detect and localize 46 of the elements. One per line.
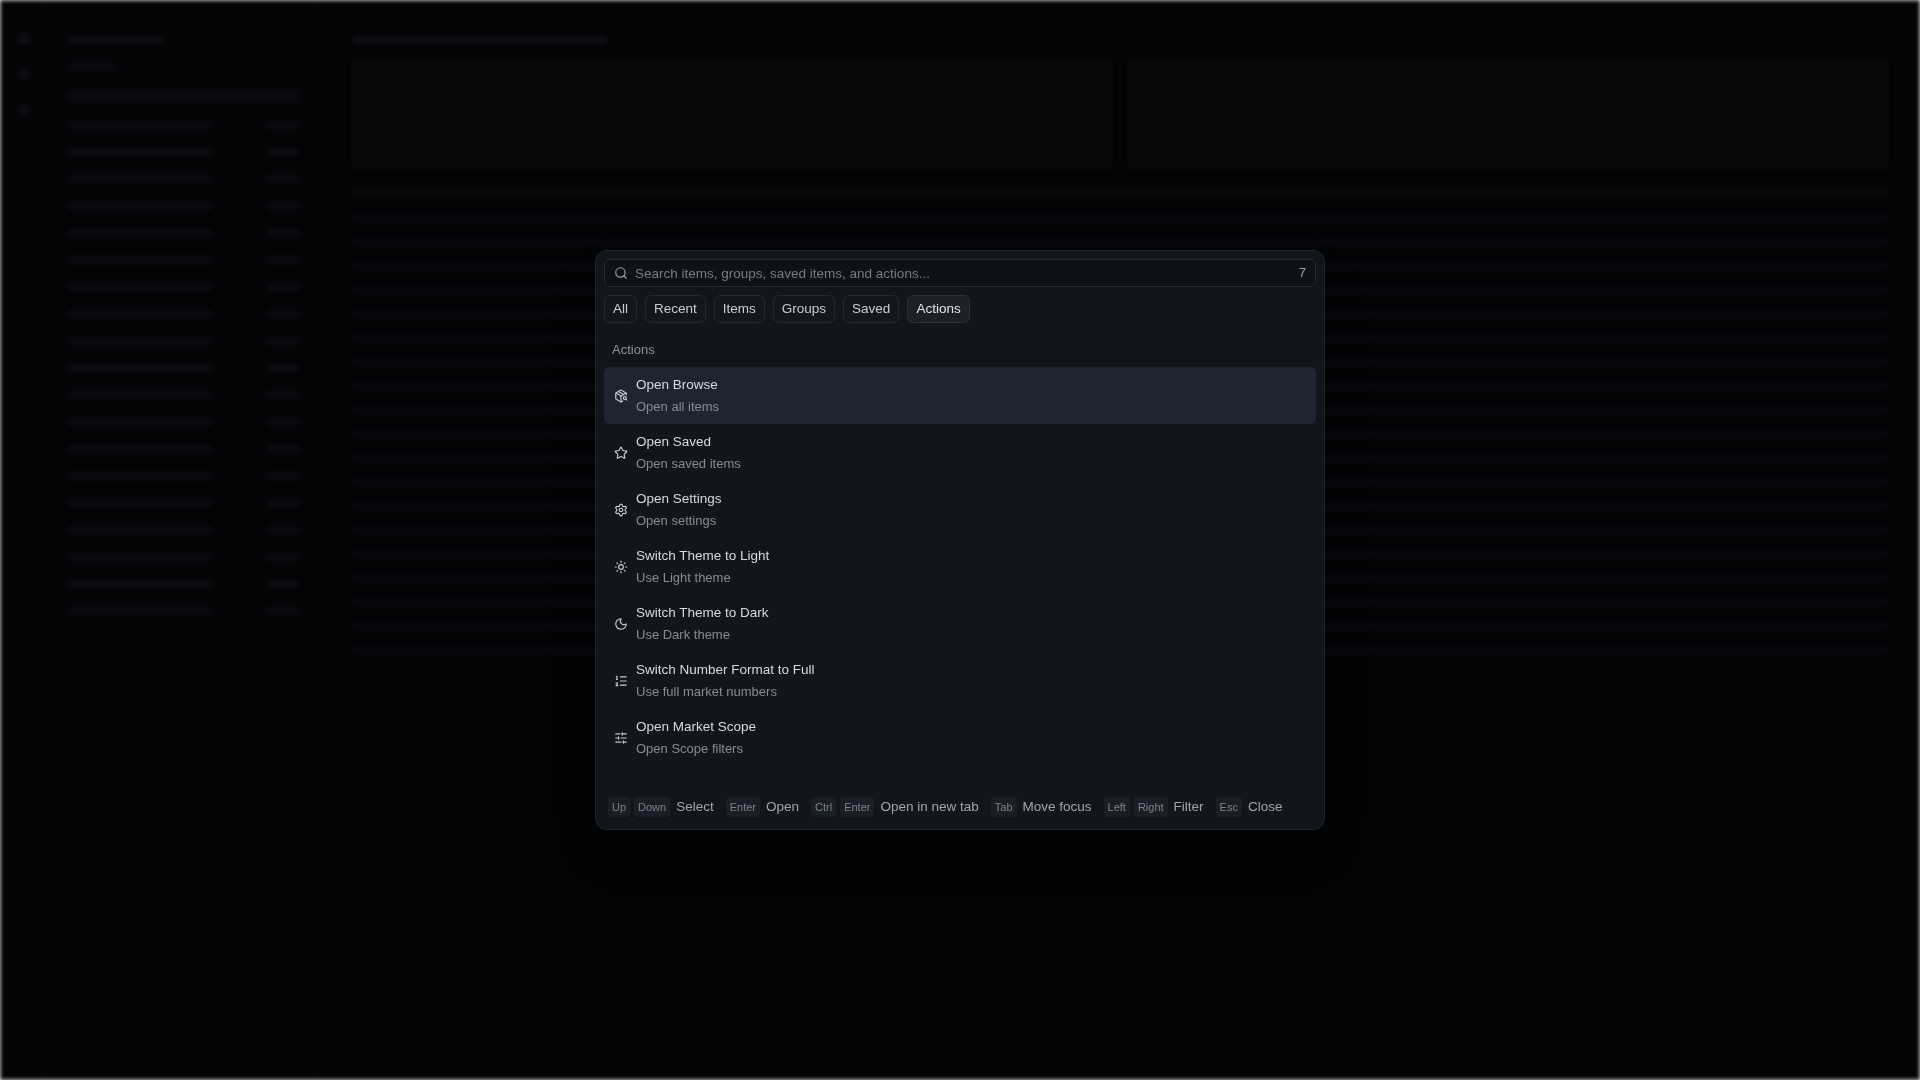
numbered-list-icon [614,673,628,688]
command-title: Open Browse [636,376,719,394]
key-hint: Tab [990,797,1017,817]
filter-tab[interactable]: Recent [645,295,706,323]
key-hint: Enter [840,797,875,817]
key-hint: Ctrl [811,797,837,817]
shortcut-label: Filter [1173,797,1204,816]
shortcut-label: Select [676,797,714,816]
filter-tab[interactable]: Items [713,295,765,323]
key-hint: Left [1103,797,1130,817]
sun-icon [614,559,628,574]
filter-tab[interactable]: Groups [772,295,836,323]
command-title: Open Settings [636,490,722,508]
command-description: Open Scope filters [636,740,744,758]
command-title: Switch Theme to Dark [636,604,769,622]
key-hint: Up [608,797,631,817]
section-heading: Actions [612,342,655,357]
search-icon [614,266,628,280]
key-hint: Down [634,797,671,817]
command-description: Use Dark theme [636,626,731,644]
command-description: Open settings [636,512,718,530]
package-search-icon [614,388,628,403]
command-description: Use full market numbers [636,683,778,701]
key-hint: Esc [1215,797,1242,817]
command-description: Use Light theme [636,569,732,587]
shortcut-label: Close [1247,797,1283,816]
sliders-icon [614,730,628,745]
filter-tab[interactable]: Saved [843,295,900,323]
command-item[interactable]: Open Browse Open all items [604,367,1316,424]
key-hint: Enter [725,797,760,817]
shortcut-label: Open in new tab [880,797,979,816]
command-description: Open saved items [636,455,741,473]
star-icon [614,445,628,460]
command-title: Open Saved [636,433,713,451]
command-title: Open Market Scope [636,718,757,736]
key-hint: Right [1133,797,1168,817]
moon-icon [614,616,628,631]
shortcut-label: Open [766,797,800,816]
filter-tab[interactable]: All [604,295,637,323]
shortcut-label: Move focus [1022,797,1092,816]
command-title: Switch Theme to Light [636,547,770,565]
command-title: Switch Number Format to Full [636,661,815,679]
command-description: Open all items [636,398,720,416]
result-count: 7 [1298,264,1306,282]
filter-tab[interactable]: Actions [907,295,970,323]
settings-icon [614,502,628,517]
